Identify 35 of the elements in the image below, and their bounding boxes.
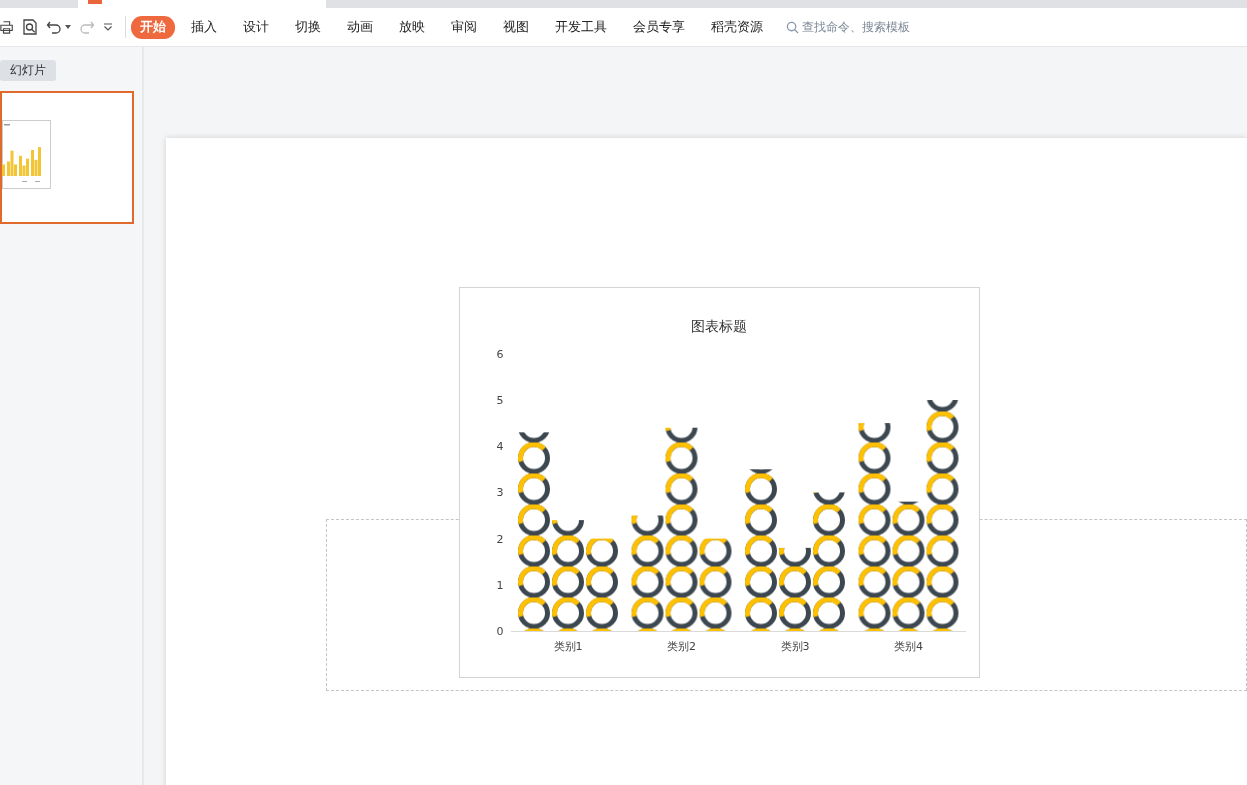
more-caret-icon[interactable] [103, 23, 113, 31]
ribbon-tab[interactable]: 开发工具 [555, 15, 607, 39]
x-axis-label: 类别4 [894, 640, 923, 653]
y-axis-label: 6 [496, 347, 504, 361]
search-icon [786, 20, 799, 34]
y-axis-label: 1 [496, 578, 504, 592]
x-axis-label: 类别3 [780, 640, 810, 653]
ribbon-tab[interactable]: 稻壳资源 [711, 15, 763, 39]
document-tab[interactable] [78, 0, 326, 8]
y-axis-label: 0 [496, 625, 504, 638]
slide-thumbnail[interactable] [0, 91, 134, 224]
y-axis-label: 2 [496, 532, 504, 546]
ribbon-tab[interactable]: 放映 [399, 15, 425, 39]
chart-frame[interactable]: 图表标题 0 1 2 3 4 5 6 类别1 类别2 类别3 类别4 [459, 287, 980, 678]
ribbon-tab[interactable]: 视图 [503, 15, 529, 39]
ribbon-tab[interactable]: 审阅 [451, 15, 477, 39]
y-axis-label: 4 [496, 440, 504, 454]
x-axis-label: 类别1 [553, 640, 583, 653]
slide-thumbnail-drawing [2, 120, 51, 189]
search-field[interactable]: 查找命令、搜索模板 [786, 20, 952, 34]
ribbon-tab[interactable]: 切换 [295, 15, 321, 39]
ribbon-tab[interactable]: 会员专享 [633, 15, 685, 39]
slides-tab[interactable]: 幻灯片 [0, 60, 56, 81]
document-icon [88, 0, 102, 4]
y-axis-label: 5 [496, 394, 504, 407]
x-axis-label: 类别2 [667, 640, 696, 653]
y-axis-label: 3 [496, 486, 504, 500]
ribbon-tab[interactable]: 设计 [243, 15, 269, 39]
caret-icon[interactable] [65, 25, 71, 29]
undo-icon[interactable] [46, 19, 62, 35]
ribbon-tab[interactable]: 插入 [191, 15, 217, 39]
chart-title: 图表标题 [691, 318, 747, 334]
ribbon-tab[interactable]: 动画 [347, 15, 373, 39]
print-icon[interactable] [0, 19, 14, 35]
print-preview-icon[interactable] [22, 19, 38, 35]
